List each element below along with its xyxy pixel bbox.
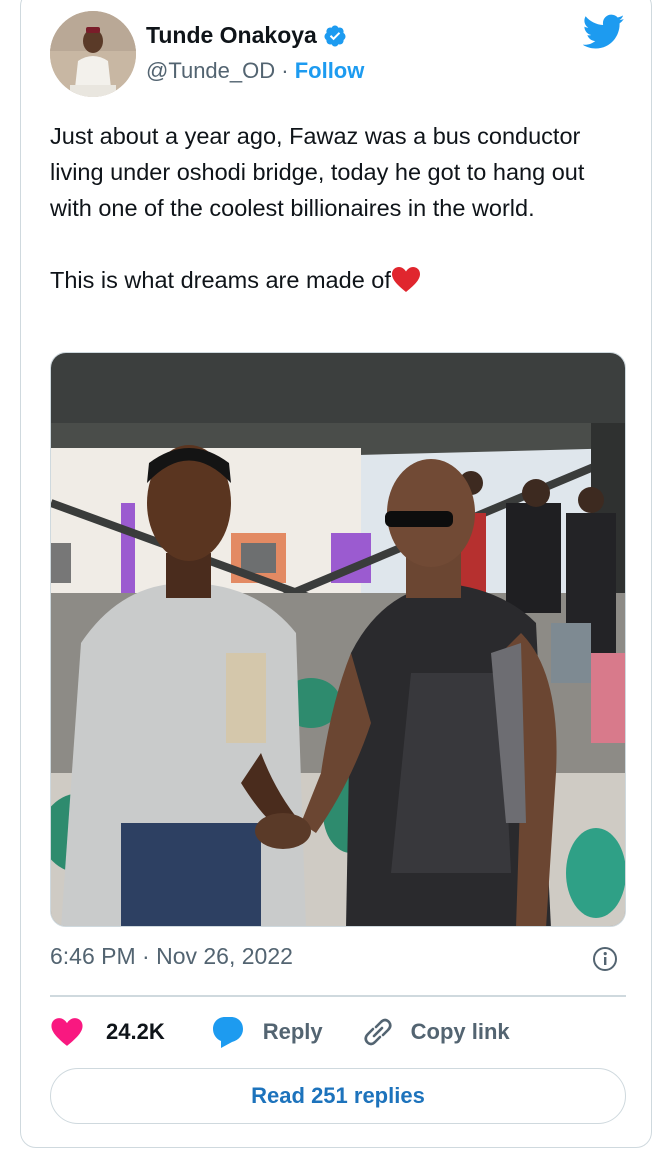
link-icon <box>364 1018 392 1046</box>
speech-bubble-icon <box>212 1017 243 1048</box>
follow-button[interactable]: Follow <box>295 58 365 83</box>
info-icon[interactable] <box>592 946 618 972</box>
separator-dot: · <box>275 58 295 83</box>
copy-link-label: Copy link <box>410 1019 510 1044</box>
handle-row: @Tunde_OD · Follow <box>146 58 364 84</box>
verified-badge-icon <box>324 25 346 46</box>
divider <box>50 995 626 997</box>
reply-label: Reply <box>262 1019 323 1044</box>
tweet-photo[interactable] <box>50 352 626 927</box>
heart-icon <box>51 1018 83 1046</box>
author-name[interactable]: Tunde Onakoya <box>146 22 317 49</box>
like-button[interactable]: 24.2K <box>50 1017 165 1047</box>
tweet-paragraph-1: Just about a year ago, Fawaz was a bus c… <box>50 123 585 221</box>
author-handle[interactable]: @Tunde_OD <box>146 58 275 83</box>
like-count: 24.2K <box>106 1019 165 1044</box>
author-name-row: Tunde Onakoya <box>146 22 347 49</box>
reply-button[interactable]: Reply <box>211 1015 323 1049</box>
copy-link-button[interactable]: Copy link <box>361 1015 510 1049</box>
tweet-text: Just about a year ago, Fawaz was a bus c… <box>50 118 610 298</box>
tweet-paragraph-2: This is what dreams are made of <box>50 262 610 298</box>
tweet-paragraph-2-text: This is what dreams are made of <box>50 267 391 293</box>
action-bar: 24.2K Reply Copy link <box>50 1012 510 1052</box>
twitter-bird-icon[interactable] <box>583 14 625 50</box>
tweet-timestamp[interactable]: 6:46 PM · Nov 26, 2022 <box>50 943 293 970</box>
read-replies-button[interactable]: Read 251 replies <box>50 1068 626 1124</box>
author-avatar[interactable] <box>50 11 136 97</box>
red-heart-emoji-icon <box>391 267 420 292</box>
